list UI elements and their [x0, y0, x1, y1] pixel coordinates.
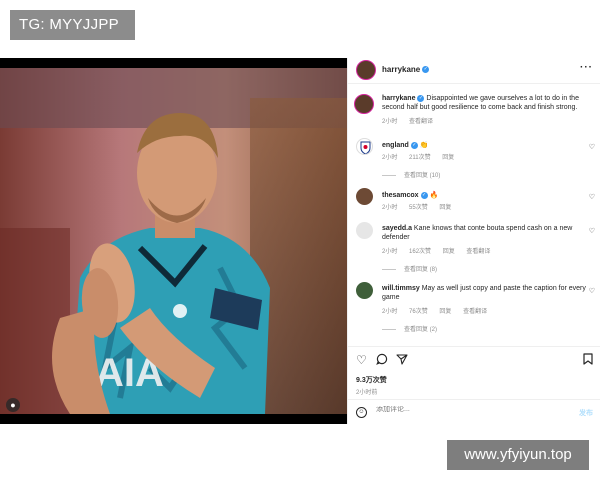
caption-text: harrykane ✓ Disappointed we gave ourselve…: [382, 94, 592, 112]
view-replies[interactable]: 查看回复 (2): [382, 324, 437, 333]
avatar[interactable]: [356, 60, 376, 80]
reply-link[interactable]: 回复: [443, 249, 455, 255]
heart-icon[interactable]: ♡: [589, 143, 595, 151]
comment-body: 🔥: [429, 192, 439, 199]
share-icon[interactable]: [396, 353, 408, 368]
england-crest-icon: [360, 141, 371, 154]
verified-icon: ✓: [417, 94, 425, 102]
comment-meta: 2小时 76次赞 回复 查看翻译: [382, 306, 497, 315]
comment-username[interactable]: england: [382, 142, 409, 149]
reply-link[interactable]: 回复: [439, 205, 451, 211]
translate-link[interactable]: 查看翻译: [409, 119, 433, 125]
add-comment-bar: ☺ 发布: [348, 399, 600, 425]
reply-link[interactable]: 回复: [439, 309, 451, 315]
comment-username[interactable]: sayedd.a: [382, 225, 412, 232]
comment-text: will.timmsy May as well just copy and pa…: [382, 284, 592, 302]
comment-username[interactable]: thesamcox: [382, 192, 419, 199]
comment-username[interactable]: will.timmsy: [382, 285, 420, 292]
header-username[interactable]: harrykane ✓: [382, 65, 430, 74]
verified-icon: ✓: [420, 191, 428, 199]
comment-time: 2小时: [382, 205, 398, 211]
comment-icon[interactable]: [376, 353, 388, 368]
heart-icon[interactable]: ♡: [589, 227, 595, 235]
comment-text: sayedd.a Kane knows that conte bouta spe…: [382, 224, 592, 242]
avatar[interactable]: [356, 222, 373, 239]
comment-text: england ✓ 👏: [382, 141, 592, 150]
post-actions: ♡ 9.3万次赞 2小时前 ☺ 发布: [348, 346, 600, 424]
username-link[interactable]: harrykane: [382, 65, 420, 74]
likes-count[interactable]: 9.3万次赞: [356, 375, 387, 385]
post-header: harrykane ✓ ···: [348, 58, 600, 84]
avatar[interactable]: [354, 94, 374, 114]
replies-divider: [382, 174, 396, 176]
view-replies-label[interactable]: 查看回复 (8): [404, 267, 437, 273]
view-replies-label[interactable]: 查看回复 (2): [404, 327, 437, 333]
heart-icon[interactable]: ♡: [356, 353, 367, 367]
verified-icon: ✓: [410, 141, 418, 149]
user-tag-icon[interactable]: ●: [6, 398, 20, 412]
post-photo: AIA: [0, 68, 347, 414]
instagram-post: AIA ● harrykane ✓ ··· harrykane ✓ Disapp…: [0, 58, 600, 424]
replies-divider: [382, 268, 396, 270]
avatar[interactable]: [356, 138, 373, 155]
comment-meta: 2小时 162次赞 回复 查看翻译: [382, 246, 500, 255]
view-replies-label[interactable]: 查看回复 (10): [404, 173, 440, 179]
comment-meta: 2小时 55次赞 回复: [382, 202, 461, 211]
comment-text: thesamcox ✓ 🔥: [382, 191, 592, 200]
comment-likes[interactable]: 76次赞: [409, 309, 428, 315]
translate-link[interactable]: 查看翻译: [466, 249, 490, 255]
comment-likes[interactable]: 211次赞: [409, 155, 431, 161]
more-icon[interactable]: ···: [580, 62, 593, 73]
watermark-top: TG: MYYJJPP: [10, 10, 135, 40]
comment-time: 2小时: [382, 155, 398, 161]
avatar[interactable]: [356, 188, 373, 205]
heart-icon[interactable]: ♡: [589, 193, 595, 201]
verified-icon: ✓: [422, 66, 430, 74]
caption-username[interactable]: harrykane: [382, 95, 415, 102]
avatar[interactable]: [356, 282, 373, 299]
caption-meta: 2小时 查看翻译: [382, 116, 443, 125]
view-replies[interactable]: 查看回复 (10): [382, 170, 440, 179]
comment-body: 👏: [419, 142, 429, 149]
watermark-bottom: www.yfyiyun.top: [447, 440, 589, 470]
translate-link[interactable]: 查看翻译: [463, 309, 487, 315]
comment-likes[interactable]: 55次赞: [409, 205, 428, 211]
player-photo-illustration: AIA: [0, 68, 347, 414]
caption-time: 2小时: [382, 119, 398, 125]
reply-link[interactable]: 回复: [442, 155, 454, 161]
comment-likes[interactable]: 162次赞: [409, 249, 431, 255]
replies-divider: [382, 328, 396, 330]
comment-meta: 2小时 211次赞 回复: [382, 152, 464, 161]
heart-icon[interactable]: ♡: [589, 287, 595, 295]
bookmark-icon[interactable]: [583, 353, 593, 368]
view-replies[interactable]: 查看回复 (8): [382, 264, 437, 273]
comment-time: 2小时: [382, 309, 398, 315]
posted-time: 2小时前: [356, 390, 378, 396]
emoji-icon[interactable]: ☺: [356, 407, 367, 418]
post-comment-button[interactable]: 发布: [579, 408, 593, 418]
comment-time: 2小时: [382, 249, 398, 255]
post-media[interactable]: AIA ●: [0, 58, 347, 424]
post-sidebar: harrykane ✓ ··· harrykane ✓ Disappointed w…: [347, 58, 600, 424]
comment-input[interactable]: [376, 406, 556, 413]
